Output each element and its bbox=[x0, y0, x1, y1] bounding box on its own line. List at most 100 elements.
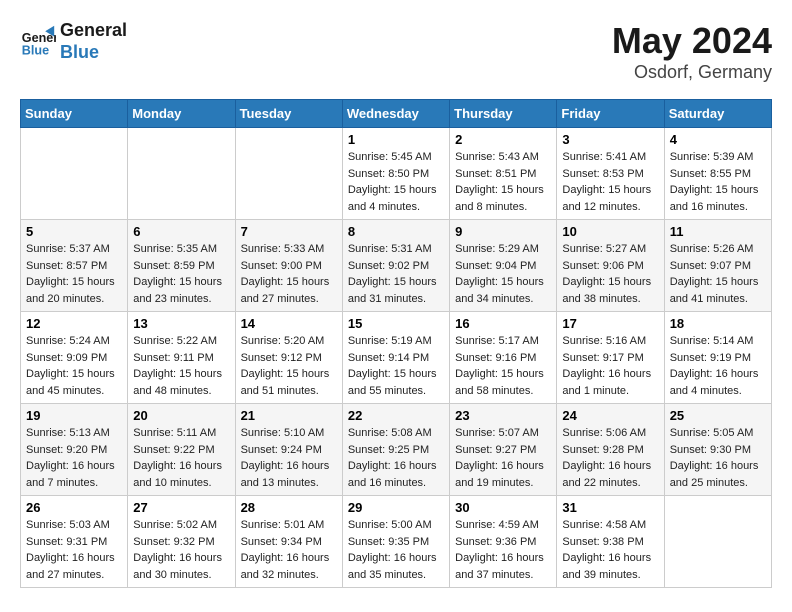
day-number: 6 bbox=[133, 224, 229, 239]
calendar-cell: 26Sunrise: 5:03 AMSunset: 9:31 PMDayligh… bbox=[21, 496, 128, 588]
calendar-cell: 2 Sunrise: 5:43 AMSunset: 8:51 PMDaylight… bbox=[450, 128, 557, 220]
weekday-saturday: Saturday bbox=[664, 100, 771, 128]
calendar-week-2: 5Sunrise: 5:37 AMSunset: 8:57 PMDaylight… bbox=[21, 220, 772, 312]
day-info: Sunrise: 5:00 AMSunset: 9:35 PMDaylight:… bbox=[348, 517, 444, 583]
day-number: 20 bbox=[133, 408, 229, 423]
svg-text:Blue: Blue bbox=[22, 43, 49, 57]
calendar-cell: 31 Sunrise: 4:58 AMSunset: 9:38 PMDayligh… bbox=[557, 496, 664, 588]
calendar-cell: 22 Sunrise: 5:08 AMSunset: 9:25 PMDayligh… bbox=[342, 404, 449, 496]
calendar-cell: 3Sunrise: 5:41 AMSunset: 8:53 PMDaylight… bbox=[557, 128, 664, 220]
calendar-cell: 29 Sunrise: 5:00 AMSunset: 9:35 PMDayligh… bbox=[342, 496, 449, 588]
day-number: 2 bbox=[455, 132, 551, 147]
day-info: Sunrise: 5:03 AMSunset: 9:31 PMDaylight:… bbox=[26, 517, 122, 583]
calendar-cell: 1Sunrise: 5:45 AMSunset: 8:50 PMDaylight… bbox=[342, 128, 449, 220]
day-info: Sunrise: 5:08 AMSunset: 9:25 PMDaylight:… bbox=[348, 425, 444, 491]
day-info: Sunrise: 5:37 AMSunset: 8:57 PMDaylight:… bbox=[26, 241, 122, 307]
calendar-cell: 11 Sunrise: 5:26 AMSunset: 9:07 PMDayligh… bbox=[664, 220, 771, 312]
day-number: 31 bbox=[562, 500, 658, 515]
logo-icon: General Blue bbox=[20, 24, 56, 60]
calendar-cell: 21Sunrise: 5:10 AMSunset: 9:24 PMDayligh… bbox=[235, 404, 342, 496]
day-info: Sunrise: 5:14 AMSunset: 9:19 PMDaylight:… bbox=[670, 333, 766, 399]
day-info: Sunrise: 5:20 AMSunset: 9:12 PMDaylight:… bbox=[241, 333, 337, 399]
day-info: Sunrise: 5:10 AMSunset: 9:24 PMDaylight:… bbox=[241, 425, 337, 491]
calendar-cell: 18 Sunrise: 5:14 AMSunset: 9:19 PMDayligh… bbox=[664, 312, 771, 404]
day-info: Sunrise: 5:22 AMSunset: 9:11 PMDaylight:… bbox=[133, 333, 229, 399]
calendar-cell: 15 Sunrise: 5:19 AMSunset: 9:14 PMDayligh… bbox=[342, 312, 449, 404]
day-number: 14 bbox=[241, 316, 337, 331]
day-info: Sunrise: 5:43 AMSunset: 8:51 PMDaylight:… bbox=[455, 149, 551, 215]
weekday-thursday: Thursday bbox=[450, 100, 557, 128]
weekday-header-row: SundayMondayTuesdayWednesdayThursdayFrid… bbox=[21, 100, 772, 128]
day-info: Sunrise: 5:29 AMSunset: 9:04 PMDaylight:… bbox=[455, 241, 551, 307]
day-info: Sunrise: 5:27 AMSunset: 9:06 PMDaylight:… bbox=[562, 241, 658, 307]
day-number: 10 bbox=[562, 224, 658, 239]
calendar-cell bbox=[128, 128, 235, 220]
day-number: 29 bbox=[348, 500, 444, 515]
main-title: May 2024 bbox=[612, 20, 772, 62]
day-number: 18 bbox=[670, 316, 766, 331]
calendar-cell bbox=[235, 128, 342, 220]
calendar-cell: 14 Sunrise: 5:20 AMSunset: 9:12 PMDayligh… bbox=[235, 312, 342, 404]
day-number: 19 bbox=[26, 408, 122, 423]
day-number: 30 bbox=[455, 500, 551, 515]
calendar-cell: 17 Sunrise: 5:16 AMSunset: 9:17 PMDayligh… bbox=[557, 312, 664, 404]
calendar-cell: 10 Sunrise: 5:27 AMSunset: 9:06 PMDayligh… bbox=[557, 220, 664, 312]
calendar-cell: 5Sunrise: 5:37 AMSunset: 8:57 PMDaylight… bbox=[21, 220, 128, 312]
day-number: 9 bbox=[455, 224, 551, 239]
calendar-cell: 24Sunrise: 5:06 AMSunset: 9:28 PMDayligh… bbox=[557, 404, 664, 496]
page-header: General Blue General Blue May 2024 Osdor… bbox=[20, 20, 772, 83]
day-info: Sunrise: 5:11 AMSunset: 9:22 PMDaylight:… bbox=[133, 425, 229, 491]
day-info: Sunrise: 4:58 AMSunset: 9:38 PMDaylight:… bbox=[562, 517, 658, 583]
calendar-cell: 30 Sunrise: 4:59 AMSunset: 9:36 PMDayligh… bbox=[450, 496, 557, 588]
calendar-cell: 8 Sunrise: 5:31 AMSunset: 9:02 PMDaylight… bbox=[342, 220, 449, 312]
weekday-friday: Friday bbox=[557, 100, 664, 128]
day-info: Sunrise: 5:19 AMSunset: 9:14 PMDaylight:… bbox=[348, 333, 444, 399]
day-info: Sunrise: 4:59 AMSunset: 9:36 PMDaylight:… bbox=[455, 517, 551, 583]
day-number: 25 bbox=[670, 408, 766, 423]
calendar-cell: 12Sunrise: 5:24 AMSunset: 9:09 PMDayligh… bbox=[21, 312, 128, 404]
day-info: Sunrise: 5:07 AMSunset: 9:27 PMDaylight:… bbox=[455, 425, 551, 491]
day-info: Sunrise: 5:06 AMSunset: 9:28 PMDaylight:… bbox=[562, 425, 658, 491]
logo: General Blue General Blue bbox=[20, 20, 127, 63]
calendar-cell bbox=[664, 496, 771, 588]
logo-blue: Blue bbox=[60, 42, 127, 64]
day-info: Sunrise: 5:39 AMSunset: 8:55 PMDaylight:… bbox=[670, 149, 766, 215]
calendar-cell: 7 Sunrise: 5:33 AMSunset: 9:00 PMDaylight… bbox=[235, 220, 342, 312]
day-info: Sunrise: 5:02 AMSunset: 9:32 PMDaylight:… bbox=[133, 517, 229, 583]
calendar-cell: 25 Sunrise: 5:05 AMSunset: 9:30 PMDayligh… bbox=[664, 404, 771, 496]
calendar-week-4: 19 Sunrise: 5:13 AMSunset: 9:20 PMDayligh… bbox=[21, 404, 772, 496]
weekday-wednesday: Wednesday bbox=[342, 100, 449, 128]
day-info: Sunrise: 5:13 AMSunset: 9:20 PMDaylight:… bbox=[26, 425, 122, 491]
weekday-sunday: Sunday bbox=[21, 100, 128, 128]
weekday-tuesday: Tuesday bbox=[235, 100, 342, 128]
calendar-table: SundayMondayTuesdayWednesdayThursdayFrid… bbox=[20, 99, 772, 588]
day-number: 27 bbox=[133, 500, 229, 515]
calendar-cell: 6 Sunrise: 5:35 AMSunset: 8:59 PMDaylight… bbox=[128, 220, 235, 312]
weekday-monday: Monday bbox=[128, 100, 235, 128]
day-number: 11 bbox=[670, 224, 766, 239]
calendar-cell: 4Sunrise: 5:39 AMSunset: 8:55 PMDaylight… bbox=[664, 128, 771, 220]
day-number: 12 bbox=[26, 316, 122, 331]
calendar-cell: 13Sunrise: 5:22 AMSunset: 9:11 PMDayligh… bbox=[128, 312, 235, 404]
day-info: Sunrise: 5:35 AMSunset: 8:59 PMDaylight:… bbox=[133, 241, 229, 307]
calendar-cell: 16Sunrise: 5:17 AMSunset: 9:16 PMDayligh… bbox=[450, 312, 557, 404]
day-number: 8 bbox=[348, 224, 444, 239]
day-number: 22 bbox=[348, 408, 444, 423]
day-number: 15 bbox=[348, 316, 444, 331]
calendar-cell: 27 Sunrise: 5:02 AMSunset: 9:32 PMDayligh… bbox=[128, 496, 235, 588]
day-info: Sunrise: 5:16 AMSunset: 9:17 PMDaylight:… bbox=[562, 333, 658, 399]
sub-title: Osdorf, Germany bbox=[612, 62, 772, 83]
day-number: 16 bbox=[455, 316, 551, 331]
day-info: Sunrise: 5:05 AMSunset: 9:30 PMDaylight:… bbox=[670, 425, 766, 491]
calendar-cell: 28 Sunrise: 5:01 AMSunset: 9:34 PMDayligh… bbox=[235, 496, 342, 588]
day-number: 7 bbox=[241, 224, 337, 239]
day-number: 17 bbox=[562, 316, 658, 331]
day-info: Sunrise: 5:31 AMSunset: 9:02 PMDaylight:… bbox=[348, 241, 444, 307]
day-number: 28 bbox=[241, 500, 337, 515]
day-info: Sunrise: 5:01 AMSunset: 9:34 PMDaylight:… bbox=[241, 517, 337, 583]
day-number: 23 bbox=[455, 408, 551, 423]
day-info: Sunrise: 5:41 AMSunset: 8:53 PMDaylight:… bbox=[562, 149, 658, 215]
day-info: Sunrise: 5:33 AMSunset: 9:00 PMDaylight:… bbox=[241, 241, 337, 307]
day-info: Sunrise: 5:26 AMSunset: 9:07 PMDaylight:… bbox=[670, 241, 766, 307]
logo-general: General bbox=[60, 20, 127, 42]
